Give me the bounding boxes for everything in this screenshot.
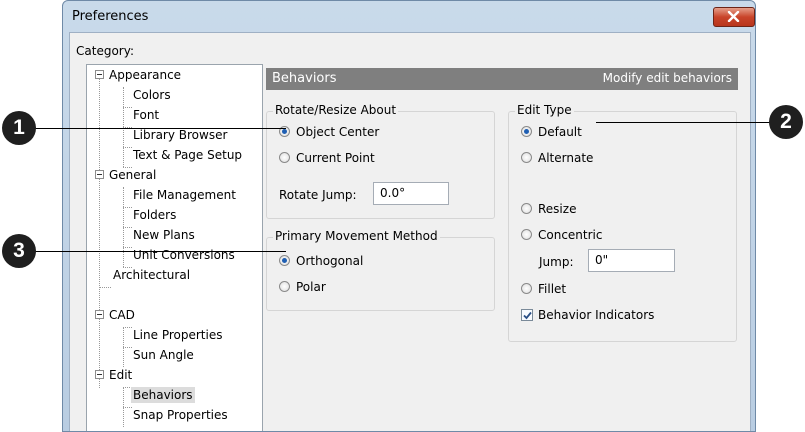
tree-item-cad[interactable]: CAD [109,307,135,323]
tree-item-folders[interactable]: Folders [133,207,176,223]
tree-item-unit-conversions[interactable]: Unit Conversions [133,247,235,263]
tree-item-general[interactable]: General [109,167,156,183]
tree-item-line-properties[interactable]: Line Properties [133,327,222,343]
callout-1: 1 [2,111,36,145]
category-tree[interactable]: Appearance Colors Font Library Browser T… [86,64,263,431]
tree-item-snap-properties[interactable]: Snap Properties [133,407,228,423]
concentric-jump-label: Jump: [539,255,574,269]
title-bar: Preferences [63,1,755,32]
tree-item-architectural[interactable]: Architectural [113,267,190,283]
callout-1-leader [34,128,286,129]
tree-item-colors[interactable]: Colors [133,87,171,103]
tree-item-new-plans[interactable]: New Plans [133,227,195,243]
rotate-resize-label: Rotate/Resize About [273,103,399,117]
rotate-jump-label: Rotate Jump: [279,188,357,202]
panel-header: Behaviors Modify edit behaviors [266,68,738,90]
preferences-dialog: Preferences Category: Appearance Colors … [62,0,756,432]
callout-2-leader [596,122,776,123]
category-label: Category: [76,44,134,58]
callout-2: 2 [769,105,803,139]
edit-type-group: Edit Type Default Alternate Resize Conce… [508,103,737,342]
tree-item-behaviors[interactable]: Behaviors [131,387,195,403]
collapse-edit-icon[interactable] [95,370,104,379]
tree-item-text-page-setup[interactable]: Text & Page Setup [133,147,242,163]
callout-3-leader [34,251,286,252]
tree-item-sun-angle[interactable]: Sun Angle [133,347,194,363]
tree-item-appearance[interactable]: Appearance [109,67,181,83]
tree-item-library-browser[interactable]: Library Browser [133,127,227,143]
movement-group: Primary Movement Method Orthogonal Polar [266,229,495,311]
dialog-client-area: Category: Appearance Colors Font Library… [69,32,751,431]
panel-title: Behaviors [272,71,337,86]
collapse-cad-icon[interactable] [95,310,104,319]
tree-item-edit[interactable]: Edit [109,367,132,383]
movement-label: Primary Movement Method [273,229,440,243]
collapse-general-icon[interactable] [95,170,104,179]
rotate-jump-input[interactable]: 0.0° [373,182,449,205]
dialog-title: Preferences [72,9,149,24]
concentric-jump-input[interactable]: 0" [588,249,675,272]
tree-item-file-management[interactable]: File Management [133,187,236,203]
callout-3: 3 [2,234,36,268]
edit-type-label: Edit Type [515,103,574,117]
panel-subtitle: Modify edit behaviors [602,71,732,85]
checkmark-icon [523,311,532,320]
tree-item-font[interactable]: Font [133,107,159,123]
close-button[interactable] [713,7,755,27]
collapse-appearance-icon[interactable] [95,70,104,79]
close-x-icon [727,11,740,22]
rotate-resize-group: Rotate/Resize About Object Center Curren… [266,103,495,219]
